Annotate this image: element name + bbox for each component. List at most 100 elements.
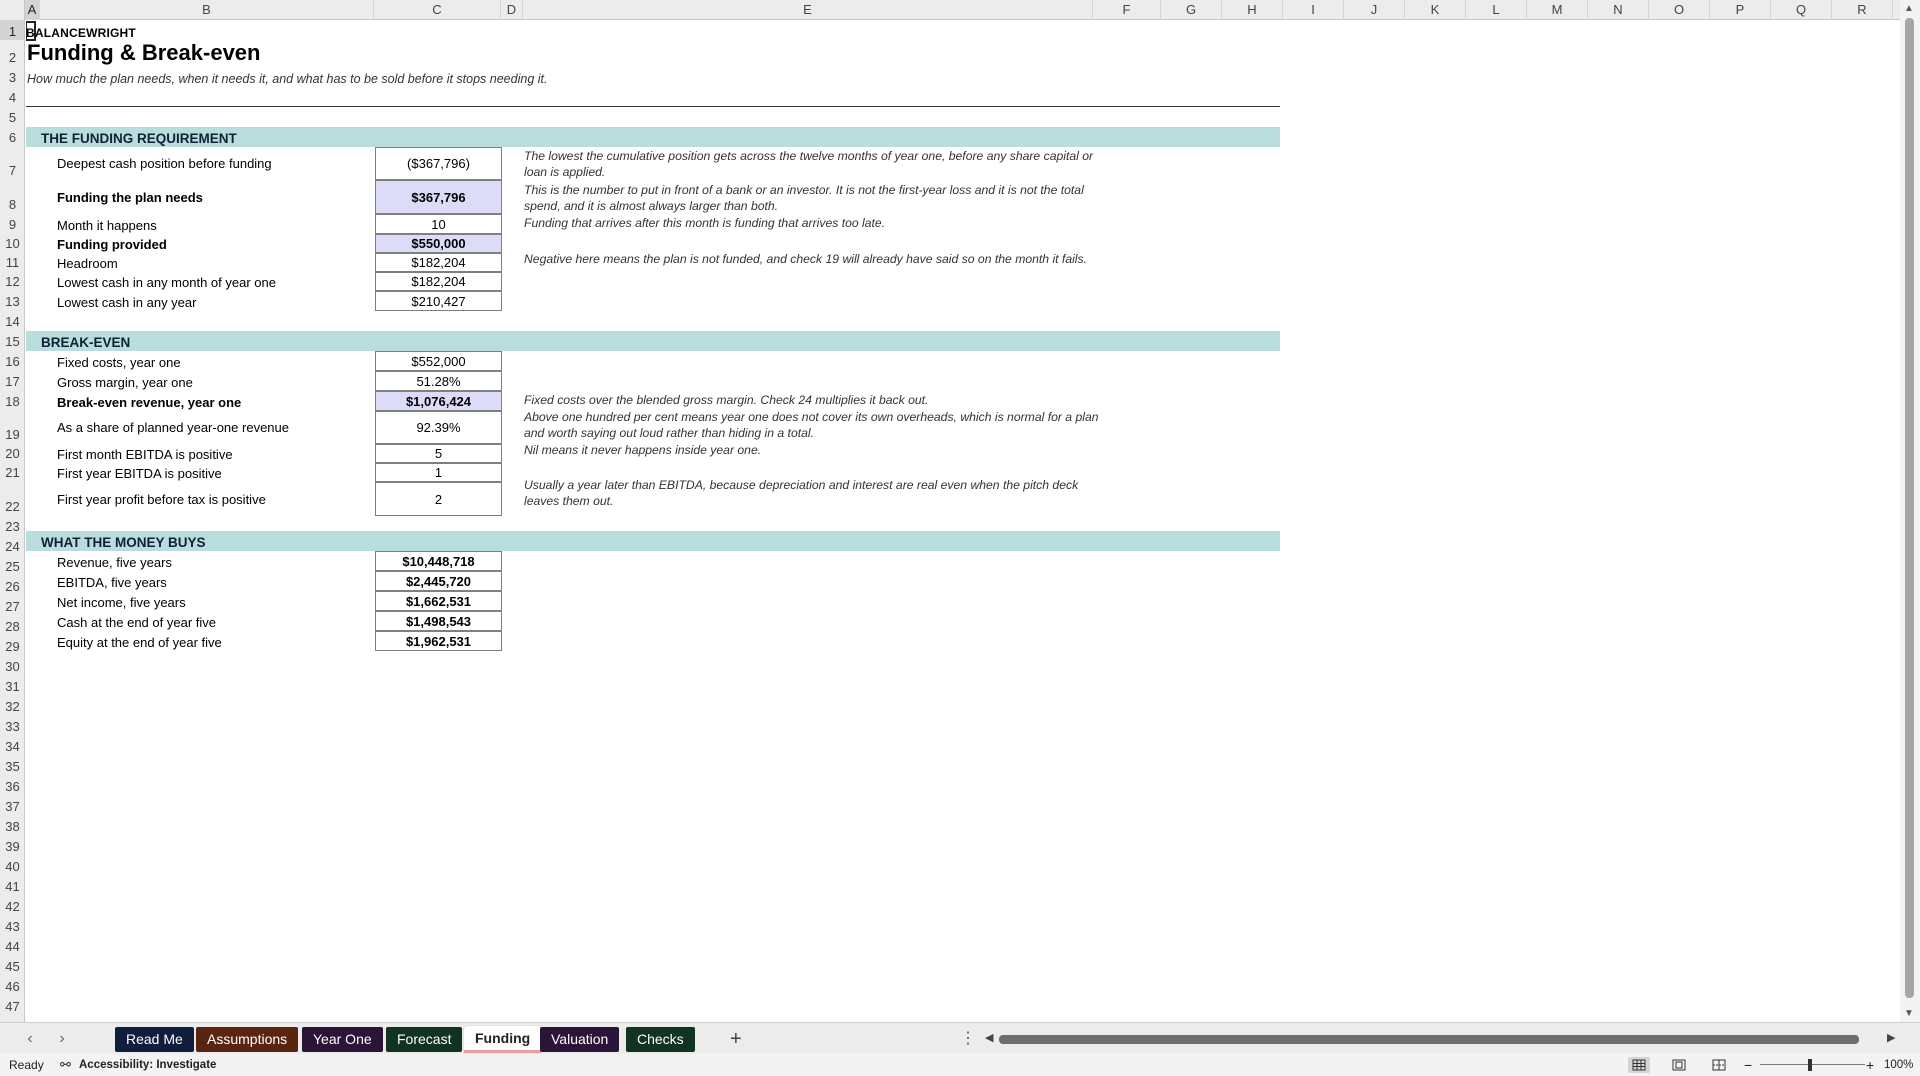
column-header-j[interactable]: J [1344,0,1405,20]
row-header-3[interactable]: 3 [0,66,24,86]
column-header-o[interactable]: O [1649,0,1710,20]
fixed-costs-value[interactable]: $552,000 [375,351,502,371]
scroll-right-icon[interactable]: ▶ [1887,1031,1895,1044]
tab-read-me[interactable]: Read Me [115,1027,194,1052]
zoom-out-icon[interactable]: − [1744,1054,1752,1076]
column-header-k[interactable]: K [1405,0,1466,20]
ebitda-five-years-value[interactable]: $2,445,720 [375,571,502,591]
row-header-26[interactable]: 26 [0,575,24,595]
row-header-37[interactable]: 37 [0,795,24,815]
horizontal-scrollbar[interactable]: ◀ ▶ [985,1031,1900,1045]
accessibility-icon[interactable]: ⚯ [60,1054,71,1076]
funding-provided-value[interactable]: $550,000 [375,234,502,253]
accessibility-status[interactable]: Accessibility: Investigate [79,1054,216,1076]
row-header-15[interactable]: 15 [0,330,24,350]
row-header-13[interactable]: 13 [0,290,24,310]
first-year-pbt-value[interactable]: 2 [375,482,502,516]
row-header-42[interactable]: 42 [0,895,24,915]
row-header-25[interactable]: 25 [0,555,24,575]
column-header-i[interactable]: I [1283,0,1344,20]
sheet-grid[interactable]: BALANCEWRIGHT Funding & Break-even How m… [26,21,1900,1022]
breakeven-revenue-value[interactable]: $1,076,424 [375,391,502,411]
equity-year-five-value[interactable]: $1,962,531 [375,631,502,651]
row-header-12[interactable]: 12 [0,271,24,290]
column-header-c[interactable]: C [374,0,501,20]
row-header-2[interactable]: 2 [0,40,24,66]
headroom-value[interactable]: $182,204 [375,253,502,272]
horizontal-scroll-thumb[interactable] [999,1035,1859,1044]
row-header-33[interactable]: 33 [0,715,24,735]
select-all-corner[interactable] [0,0,25,20]
row-header-41[interactable]: 41 [0,875,24,895]
first-month-ebitda-value[interactable]: 5 [375,444,502,463]
first-year-ebitda-value[interactable]: 1 [375,463,502,482]
row-header-10[interactable]: 10 [0,233,24,252]
row-header-14[interactable]: 14 [0,310,24,330]
row-header-11[interactable]: 11 [0,252,24,271]
row-header-23[interactable]: 23 [0,515,24,535]
column-header-p[interactable]: P [1710,0,1771,20]
column-header-a[interactable]: A [25,0,40,20]
row-header-36[interactable]: 36 [0,775,24,795]
more-options-icon[interactable]: ⋮ [960,1023,976,1055]
row-header-31[interactable]: 31 [0,675,24,695]
column-header-r[interactable]: R [1832,0,1893,20]
row-header-47[interactable]: 47 [0,995,24,1015]
add-sheet-icon[interactable]: + [730,1023,742,1055]
chevron-right-icon[interactable]: › [52,1023,72,1055]
page-layout-view-icon[interactable] [1668,1057,1690,1073]
column-header-d[interactable]: D [501,0,523,20]
tab-funding[interactable]: Funding [464,1026,542,1053]
tab-assumptions[interactable]: Assumptions [196,1027,299,1052]
column-header-q[interactable]: Q [1771,0,1832,20]
row-header-39[interactable]: 39 [0,835,24,855]
row-header-4[interactable]: 4 [0,86,24,106]
row-header-27[interactable]: 27 [0,595,24,615]
column-header-m[interactable]: M [1527,0,1588,20]
zoom-level[interactable]: 100% [1884,1054,1913,1076]
row-header-45[interactable]: 45 [0,955,24,975]
row-header-1[interactable]: 1 [0,20,24,40]
scroll-up-icon[interactable]: ▲ [1904,3,1914,14]
zoom-slider-thumb[interactable] [1808,1059,1812,1071]
gross-margin-value[interactable]: 51.28% [375,371,502,391]
row-header-9[interactable]: 9 [0,213,24,233]
tab-year-one[interactable]: Year One [302,1027,383,1052]
vertical-scrollbar[interactable]: ▲ ▼ [1900,0,1920,1022]
row-header-38[interactable]: 38 [0,815,24,835]
row-header-7[interactable]: 7 [0,146,24,179]
row-header-29[interactable]: 29 [0,635,24,655]
deepest-cash-value[interactable]: ($367,796) [375,147,502,180]
row-header-40[interactable]: 40 [0,855,24,875]
zoom-slider[interactable] [1760,1064,1865,1065]
row-header-35[interactable]: 35 [0,755,24,775]
row-header-43[interactable]: 43 [0,915,24,935]
column-header-f[interactable]: F [1093,0,1161,20]
row-header-5[interactable]: 5 [0,106,24,126]
scroll-down-icon[interactable]: ▼ [1904,1008,1914,1019]
row-header-8[interactable]: 8 [0,179,24,213]
funding-needs-value[interactable]: $367,796 [375,180,502,214]
row-header-34[interactable]: 34 [0,735,24,755]
page-break-view-icon[interactable] [1708,1057,1730,1073]
column-header-g[interactable]: G [1161,0,1222,20]
cash-year-five-value[interactable]: $1,498,543 [375,611,502,631]
row-header-24[interactable]: 24 [0,535,24,555]
row-header-22[interactable]: 22 [0,481,24,515]
row-header-30[interactable]: 30 [0,655,24,675]
row-header-48[interactable]: 48 [0,1015,24,1022]
scroll-left-icon[interactable]: ◀ [985,1031,993,1044]
column-header-b[interactable]: B [40,0,374,20]
lowest-cash-year-value[interactable]: $210,427 [375,291,502,311]
row-header-21[interactable]: 21 [0,462,24,481]
chevron-left-icon[interactable]: ‹ [20,1023,40,1055]
normal-view-icon[interactable] [1628,1057,1650,1073]
row-header-20[interactable]: 20 [0,443,24,462]
column-header-n[interactable]: N [1588,0,1649,20]
column-header-l[interactable]: L [1466,0,1527,20]
revenue-share-value[interactable]: 92.39% [375,411,502,444]
month-happens-value[interactable]: 10 [375,214,502,234]
zoom-in-icon[interactable]: + [1866,1054,1874,1076]
row-header-17[interactable]: 17 [0,370,24,390]
net-income-value[interactable]: $1,662,531 [375,591,502,611]
